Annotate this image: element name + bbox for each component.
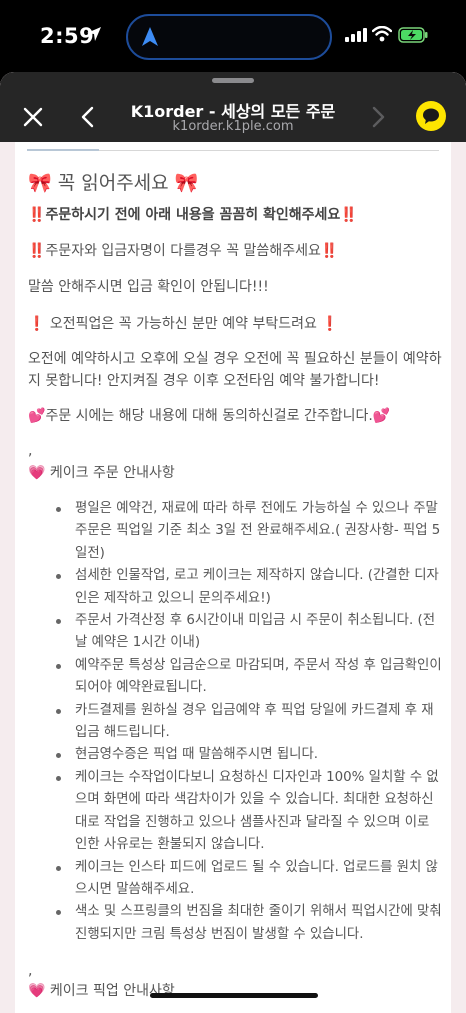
comma-spacer: , — [28, 443, 33, 459]
home-indicator[interactable] — [150, 993, 318, 998]
notice-line-6-text: 주문 시에는 해당 내용에 대해 동의하신걸로 간주합니다. — [45, 408, 373, 424]
navigation-arrow-icon — [140, 26, 160, 53]
list-item: 주문서 가격산정 후 6시간이내 미입금 시 주문이 취소됩니다. (전날 예약… — [28, 610, 442, 655]
section-cake-pickup: 💗 케이크 픽업 안내사항 — [28, 980, 440, 1002]
page-url: k1order.k1ple.com — [172, 119, 294, 134]
notice-line-2-text: 주문자와 입금자명이 다를경우 꼭 말씀해주세요 — [45, 243, 321, 259]
list-item: 평일은 예약건, 재료에 따라 하루 전에도 가능하실 수 있으나 주말 주문은… — [28, 498, 442, 565]
dynamic-island[interactable] — [126, 14, 332, 60]
list-item: 케이크는 수작업이다보니 요청하신 디자인과 100% 일치할 수 없으며 화면… — [28, 767, 442, 857]
list-item: 예약주문 특성상 입금순으로 마감되며, 주문서 작성 후 입금확인이 되어야 … — [28, 655, 442, 700]
growing-heart-icon: 💗 — [28, 983, 46, 999]
section-cake-order: 💗 케이크 주문 안내사항 — [28, 462, 440, 484]
comma-spacer: , — [28, 963, 33, 979]
notice-line-1-text: 주문하시기 전에 아래 내용을 꼼꼼히 확인해주세요 — [45, 207, 341, 223]
wifi-icon — [371, 25, 393, 47]
list-item: 현금영수증은 픽업 때 말씀해주시면 됩니다. — [28, 744, 442, 766]
status-bar: 2:59 — [0, 0, 466, 72]
notice-line-1: ‼️주문하시기 전에 아래 내용을 꼼꼼히 확인해주세요‼️ — [28, 204, 440, 226]
section-cake-order-title: 케이크 주문 안내사항 — [49, 465, 175, 481]
tab-underline — [27, 149, 99, 151]
list-item: 섬세한 인물작업, 로고 케이크는 제작하지 않습니다. (간결한 디자인은 제… — [28, 565, 442, 610]
location-arrow-icon — [86, 26, 102, 47]
sheet-grabber[interactable] — [212, 78, 254, 83]
list-item: 케이크는 인스타 피드에 업로드 될 수 있습니다. 업로드를 원치 않으시면 … — [28, 857, 442, 902]
double-exclamation-icon: ‼️ — [28, 207, 46, 223]
notice-line-4: ❗ 오전픽업은 꼭 가능하신 분만 예약 부탁드려요 ❗ — [28, 313, 440, 335]
notice-line-5: 오전에 예약하시고 오후에 오실 경우 오전에 꼭 필요하신 분들이 예약하지 … — [28, 351, 442, 389]
notice-heading: 🎀 꼭 읽어주세요 🎀 — [28, 172, 440, 194]
notice-line-4-text: 오전픽업은 꼭 가능하신 분만 예약 부탁드려요 — [49, 316, 317, 332]
back-chevron-icon[interactable] — [78, 104, 98, 130]
kakaotalk-share-button[interactable] — [416, 101, 446, 131]
double-exclamation-icon: ‼️ — [340, 207, 358, 223]
speech-bubble-icon — [423, 108, 439, 124]
notice-heading-text: 꼭 읽어주세요 — [57, 172, 169, 194]
close-icon[interactable] — [20, 104, 46, 130]
notice-line-6: 💕주문 시에는 해당 내용에 대해 동의하신걸로 간주합니다.💕 — [28, 405, 440, 427]
double-exclamation-icon: ‼️ — [28, 243, 46, 259]
ribbon-icon: 🎀 — [28, 172, 52, 194]
two-hearts-icon: 💕 — [28, 408, 46, 424]
cake-order-list: 평일은 예약건, 재료에 따라 하루 전에도 가능하실 수 있으나 주말 주문은… — [28, 498, 442, 946]
exclamation-icon: ❗ — [321, 316, 339, 332]
forward-chevron-icon[interactable] — [368, 104, 388, 130]
two-hearts-icon: 💕 — [372, 408, 391, 424]
browser-toolbar: K1order - 세상의 모든 주문 k1order.k1ple.com — [0, 72, 466, 142]
list-item: 색소 및 스프링클의 번짐을 최대한 줄이기 위해서 픽업시간에 맞춰 진행되지… — [28, 901, 442, 946]
double-exclamation-icon: ‼️ — [320, 243, 339, 259]
ribbon-icon: 🎀 — [174, 172, 199, 194]
cellular-signal-icon — [345, 28, 367, 47]
notice-line-2: ‼️주문자와 입금자명이 다를경우 꼭 말씀해주세요‼️ — [28, 240, 440, 262]
list-item: 카드결제를 원하실 경우 입금예약 후 픽업 당일에 카드결제 후 재입금 해드… — [28, 700, 442, 745]
growing-heart-icon: 💗 — [28, 465, 46, 481]
notice-line-3: 말씀 안해주시면 입금 확인이 안됩니다!!! — [28, 279, 269, 295]
battery-charging-icon — [398, 27, 428, 48]
exclamation-icon: ❗ — [28, 316, 46, 332]
